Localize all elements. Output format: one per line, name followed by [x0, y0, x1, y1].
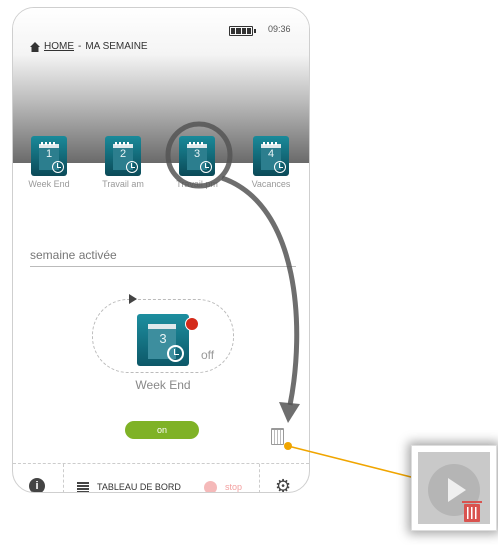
arrow-head [279, 402, 300, 423]
zoom-callout [411, 445, 497, 531]
zoom-content [418, 452, 490, 524]
trash-icon [462, 501, 482, 522]
drag-arrow-path [221, 175, 300, 406]
highlight-circle [165, 121, 233, 189]
callout-dot [284, 442, 292, 450]
callout-line [287, 445, 416, 479]
